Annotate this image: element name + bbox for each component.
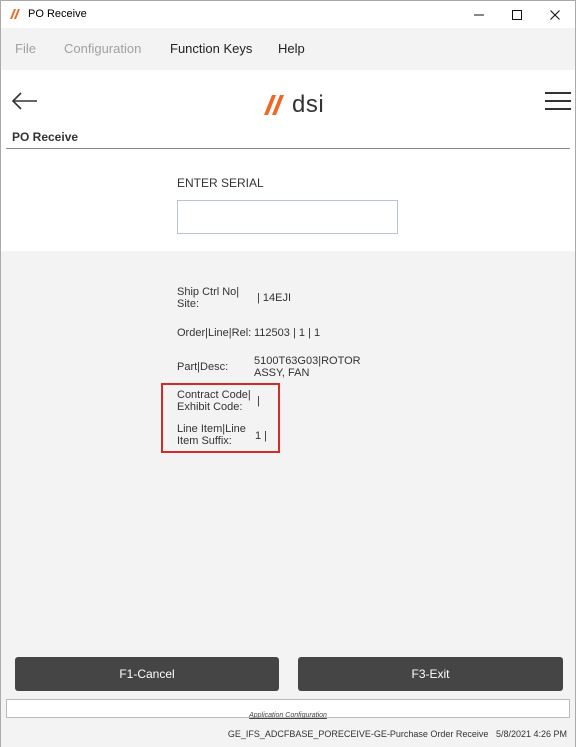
ship-ctrl-label: Ship Ctrl No| Site: (177, 286, 240, 310)
close-button[interactable] (536, 1, 574, 28)
menu-help[interactable]: Help (278, 41, 305, 56)
highlight-annotation-box (161, 383, 280, 453)
f1-cancel-button[interactable]: F1-Cancel (15, 657, 279, 691)
serial-label: ENTER SERIAL (177, 176, 264, 190)
menu-configuration[interactable]: Configuration (64, 41, 141, 56)
hamburger-menu-icon[interactable] (545, 92, 571, 112)
menu-file[interactable]: File (15, 41, 36, 56)
app-window: PO Receive File Configuration Function K… (0, 0, 576, 747)
status-timestamp: 5/8/2021 4:26 PM (495, 729, 567, 739)
ship-ctrl-value: | 14EJI (257, 292, 292, 304)
app-config-bar: Application Configuration (6, 699, 570, 719)
header: dsi PO Receive (1, 70, 575, 150)
back-arrow-icon[interactable] (11, 90, 39, 112)
maximize-button[interactable] (498, 1, 536, 28)
window-title: PO Receive (28, 8, 87, 20)
page-title: PO Receive (12, 130, 79, 144)
f3-exit-button[interactable]: F3-Exit (298, 657, 563, 691)
close-icon (550, 9, 560, 20)
dsi-logo-mark-icon (264, 95, 284, 115)
menu-bar: File Configuration Function Keys Help (1, 28, 575, 70)
menu-function-keys[interactable]: Function Keys (170, 41, 252, 56)
logo-text: dsi (292, 91, 325, 118)
minimize-icon (474, 14, 484, 15)
status-app-id: GE_IFS_ADCFBASE_PORECEIVE-GE-Purchase Or… (227, 729, 489, 739)
serial-input[interactable] (177, 200, 398, 234)
serial-entry-area: ENTER SERIAL (1, 150, 575, 251)
order-line-rel-value: 112503 | 1 | 1 (254, 327, 321, 339)
title-bar: PO Receive (1, 1, 575, 28)
minimize-button[interactable] (460, 1, 498, 28)
app-config-link[interactable]: Application Configuration (249, 712, 327, 719)
order-line-rel-label: Order|Line|Rel: (177, 327, 252, 339)
status-text: GE_IFS_ADCFBASE_PORECEIVE-GE-Purchase Or… (228, 729, 567, 739)
part-desc-label: Part|Desc: (177, 361, 229, 373)
dsi-logo: dsi (263, 90, 324, 120)
header-divider (6, 148, 570, 149)
dsi-app-icon (10, 9, 20, 19)
part-desc-value: 5100T63G03|ROTOR ASSY, FAN (254, 355, 361, 379)
maximize-icon (512, 9, 522, 20)
status-bar: GE_IFS_ADCFBASE_PORECEIVE-GE-Purchase Or… (1, 723, 575, 747)
